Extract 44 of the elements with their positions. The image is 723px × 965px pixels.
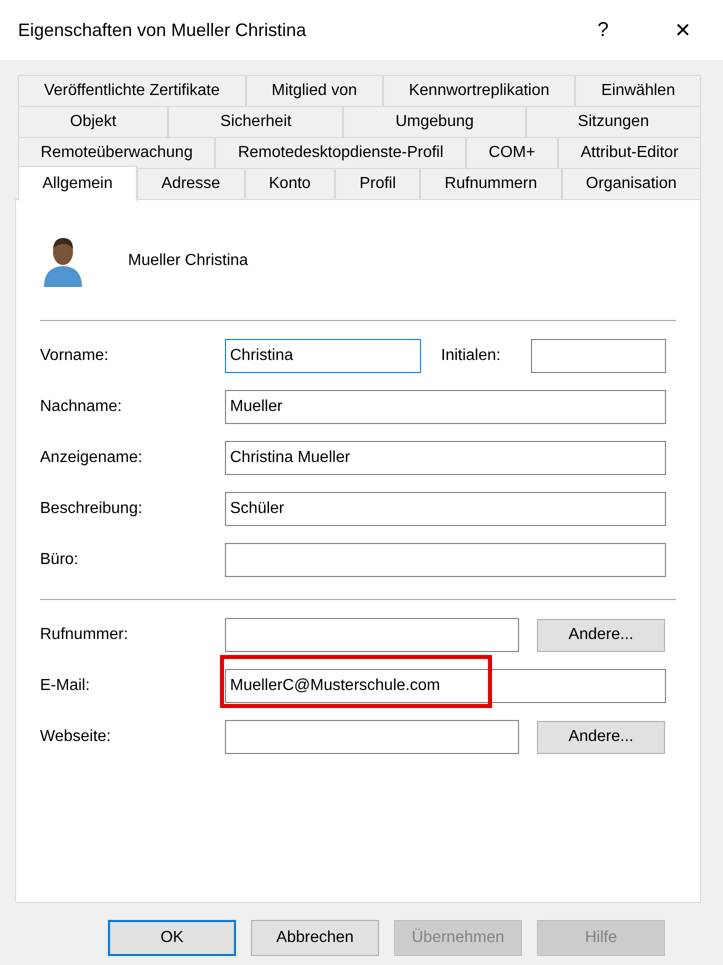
text-field[interactable]: [225, 618, 519, 652]
field-label: Anzeigename:: [40, 449, 144, 467]
field-label: Büro:: [40, 551, 80, 569]
tab[interactable]: Remoteüberwachung: [18, 137, 216, 168]
field-label: E-Mail:: [40, 677, 91, 695]
tab[interactable]: Organisation: [562, 168, 702, 199]
tab[interactable]: Rufnummern: [420, 168, 562, 199]
tab[interactable]: Allgemein: [18, 166, 138, 201]
text-field[interactable]: [531, 339, 666, 373]
tab[interactable]: Attribut-Editor: [558, 137, 702, 168]
tab[interactable]: Umgebung: [343, 106, 526, 137]
dialog-button[interactable]: OK: [108, 920, 236, 956]
text-field[interactable]: Mueller: [225, 390, 666, 424]
field-label: Webseite:: [40, 728, 112, 746]
text-field[interactable]: Christina: [225, 339, 421, 373]
tab[interactable]: Sicherheit: [168, 106, 344, 137]
field-label: Initialen:: [441, 347, 502, 365]
tab[interactable]: Sitzungen: [526, 106, 701, 137]
tab[interactable]: COM+: [466, 137, 558, 168]
text-field[interactable]: [225, 720, 519, 754]
text-field[interactable]: [225, 543, 666, 577]
tab[interactable]: Objekt: [18, 106, 168, 137]
field-label: Beschreibung:: [40, 500, 144, 518]
tab[interactable]: Veröffentlichte Zertifikate: [18, 75, 246, 106]
field-label: Vorname:: [40, 347, 110, 365]
dialog-button[interactable]: Abbrechen: [251, 920, 379, 956]
field-label: Rufnummer:: [40, 626, 130, 644]
text-field[interactable]: MuellerC@Musterschule.com: [225, 669, 666, 703]
text-field[interactable]: Christina Mueller: [225, 441, 666, 475]
tab[interactable]: Adresse: [137, 168, 244, 199]
tab[interactable]: Einwählen: [575, 75, 702, 106]
user-name: Mueller Christina: [128, 252, 248, 270]
tab[interactable]: Profil: [335, 168, 420, 199]
help-button[interactable]: ?: [563, 18, 643, 42]
window-title: Eigenschaften von Mueller Christina: [18, 20, 308, 40]
tab[interactable]: Kennwortreplikation: [382, 75, 576, 106]
close-button[interactable]: ✕: [643, 18, 723, 42]
other-button[interactable]: Andere...: [537, 720, 665, 754]
other-button[interactable]: Andere...: [537, 618, 665, 652]
tab[interactable]: Konto: [244, 168, 336, 199]
text-field[interactable]: Schüler: [225, 492, 666, 526]
field-label: Nachname:: [40, 398, 123, 416]
tab[interactable]: Mitglied von: [246, 75, 383, 106]
tab[interactable]: Remotedesktopdienste-Profil: [215, 137, 466, 168]
